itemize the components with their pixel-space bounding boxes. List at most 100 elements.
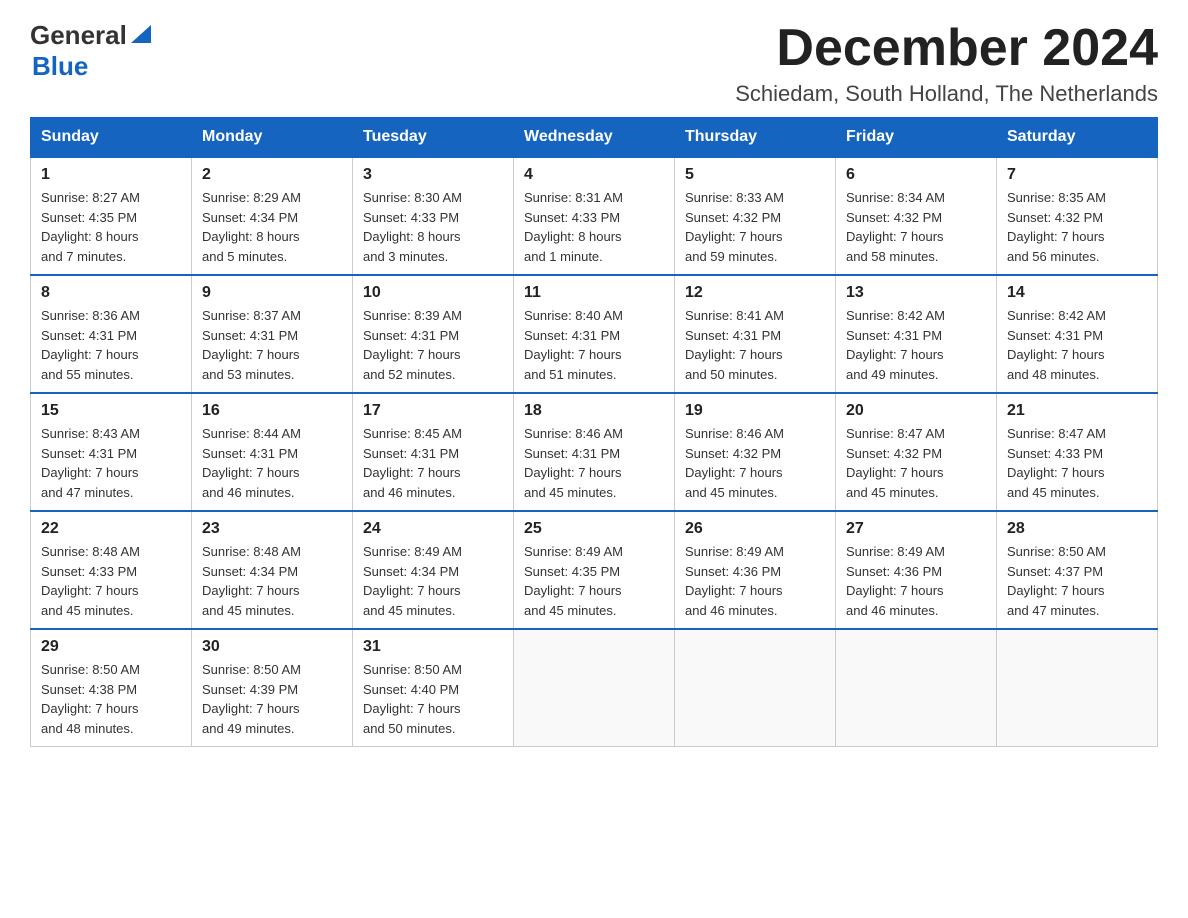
day-info: Sunrise: 8:43 AMSunset: 4:31 PMDaylight:… [41,424,181,502]
day-number: 26 [685,520,825,538]
day-number: 27 [846,520,986,538]
calendar-header-row: Sunday Monday Tuesday Wednesday Thursday… [31,118,1158,158]
day-info: Sunrise: 8:33 AMSunset: 4:32 PMDaylight:… [685,188,825,266]
day-info: Sunrise: 8:39 AMSunset: 4:31 PMDaylight:… [363,306,503,384]
week-row-1: 1 Sunrise: 8:27 AMSunset: 4:35 PMDayligh… [31,157,1158,275]
day-info: Sunrise: 8:46 AMSunset: 4:32 PMDaylight:… [685,424,825,502]
table-row: 26 Sunrise: 8:49 AMSunset: 4:36 PMDaylig… [675,511,836,629]
table-row [675,629,836,747]
title-area: December 2024 Schiedam, South Holland, T… [735,20,1158,107]
table-row: 2 Sunrise: 8:29 AMSunset: 4:34 PMDayligh… [192,157,353,275]
table-row: 23 Sunrise: 8:48 AMSunset: 4:34 PMDaylig… [192,511,353,629]
col-wednesday: Wednesday [514,118,675,158]
logo-triangle-icon [131,21,151,43]
day-number: 12 [685,284,825,302]
day-info: Sunrise: 8:48 AMSunset: 4:33 PMDaylight:… [41,542,181,620]
day-number: 24 [363,520,503,538]
col-saturday: Saturday [997,118,1158,158]
day-number: 28 [1007,520,1147,538]
day-number: 18 [524,402,664,420]
table-row: 17 Sunrise: 8:45 AMSunset: 4:31 PMDaylig… [353,393,514,511]
day-info: Sunrise: 8:35 AMSunset: 4:32 PMDaylight:… [1007,188,1147,266]
day-number: 21 [1007,402,1147,420]
table-row: 11 Sunrise: 8:40 AMSunset: 4:31 PMDaylig… [514,275,675,393]
table-row: 10 Sunrise: 8:39 AMSunset: 4:31 PMDaylig… [353,275,514,393]
week-row-4: 22 Sunrise: 8:48 AMSunset: 4:33 PMDaylig… [31,511,1158,629]
day-number: 19 [685,402,825,420]
col-sunday: Sunday [31,118,192,158]
day-number: 22 [41,520,181,538]
day-info: Sunrise: 8:45 AMSunset: 4:31 PMDaylight:… [363,424,503,502]
table-row: 14 Sunrise: 8:42 AMSunset: 4:31 PMDaylig… [997,275,1158,393]
day-number: 5 [685,166,825,184]
day-info: Sunrise: 8:30 AMSunset: 4:33 PMDaylight:… [363,188,503,266]
table-row: 25 Sunrise: 8:49 AMSunset: 4:35 PMDaylig… [514,511,675,629]
col-thursday: Thursday [675,118,836,158]
table-row: 16 Sunrise: 8:44 AMSunset: 4:31 PMDaylig… [192,393,353,511]
col-tuesday: Tuesday [353,118,514,158]
table-row [997,629,1158,747]
table-row: 7 Sunrise: 8:35 AMSunset: 4:32 PMDayligh… [997,157,1158,275]
day-info: Sunrise: 8:49 AMSunset: 4:36 PMDaylight:… [685,542,825,620]
logo: General Blue [30,20,151,82]
table-row: 6 Sunrise: 8:34 AMSunset: 4:32 PMDayligh… [836,157,997,275]
day-number: 1 [41,166,181,184]
day-number: 15 [41,402,181,420]
day-number: 29 [41,638,181,656]
table-row: 5 Sunrise: 8:33 AMSunset: 4:32 PMDayligh… [675,157,836,275]
table-row: 20 Sunrise: 8:47 AMSunset: 4:32 PMDaylig… [836,393,997,511]
day-number: 8 [41,284,181,302]
table-row: 3 Sunrise: 8:30 AMSunset: 4:33 PMDayligh… [353,157,514,275]
page-header: General Blue December 2024 Schiedam, Sou… [30,20,1158,107]
day-info: Sunrise: 8:50 AMSunset: 4:37 PMDaylight:… [1007,542,1147,620]
day-info: Sunrise: 8:31 AMSunset: 4:33 PMDaylight:… [524,188,664,266]
table-row: 31 Sunrise: 8:50 AMSunset: 4:40 PMDaylig… [353,629,514,747]
day-number: 30 [202,638,342,656]
col-friday: Friday [836,118,997,158]
table-row [836,629,997,747]
day-info: Sunrise: 8:29 AMSunset: 4:34 PMDaylight:… [202,188,342,266]
table-row: 8 Sunrise: 8:36 AMSunset: 4:31 PMDayligh… [31,275,192,393]
day-info: Sunrise: 8:34 AMSunset: 4:32 PMDaylight:… [846,188,986,266]
day-number: 7 [1007,166,1147,184]
day-info: Sunrise: 8:42 AMSunset: 4:31 PMDaylight:… [1007,306,1147,384]
day-number: 11 [524,284,664,302]
table-row: 27 Sunrise: 8:49 AMSunset: 4:36 PMDaylig… [836,511,997,629]
week-row-5: 29 Sunrise: 8:50 AMSunset: 4:38 PMDaylig… [31,629,1158,747]
day-info: Sunrise: 8:50 AMSunset: 4:38 PMDaylight:… [41,660,181,738]
week-row-2: 8 Sunrise: 8:36 AMSunset: 4:31 PMDayligh… [31,275,1158,393]
day-info: Sunrise: 8:36 AMSunset: 4:31 PMDaylight:… [41,306,181,384]
day-number: 17 [363,402,503,420]
day-info: Sunrise: 8:40 AMSunset: 4:31 PMDaylight:… [524,306,664,384]
logo-general-text: General [30,20,127,51]
table-row: 1 Sunrise: 8:27 AMSunset: 4:35 PMDayligh… [31,157,192,275]
table-row: 13 Sunrise: 8:42 AMSunset: 4:31 PMDaylig… [836,275,997,393]
day-info: Sunrise: 8:47 AMSunset: 4:33 PMDaylight:… [1007,424,1147,502]
day-number: 2 [202,166,342,184]
day-info: Sunrise: 8:50 AMSunset: 4:40 PMDaylight:… [363,660,503,738]
day-info: Sunrise: 8:46 AMSunset: 4:31 PMDaylight:… [524,424,664,502]
day-number: 4 [524,166,664,184]
day-info: Sunrise: 8:41 AMSunset: 4:31 PMDaylight:… [685,306,825,384]
day-info: Sunrise: 8:49 AMSunset: 4:34 PMDaylight:… [363,542,503,620]
location-subtitle: Schiedam, South Holland, The Netherlands [735,81,1158,107]
day-number: 25 [524,520,664,538]
table-row: 21 Sunrise: 8:47 AMSunset: 4:33 PMDaylig… [997,393,1158,511]
month-title: December 2024 [735,20,1158,77]
logo-blue-text: Blue [32,51,88,81]
day-number: 23 [202,520,342,538]
day-number: 6 [846,166,986,184]
table-row: 19 Sunrise: 8:46 AMSunset: 4:32 PMDaylig… [675,393,836,511]
day-info: Sunrise: 8:42 AMSunset: 4:31 PMDaylight:… [846,306,986,384]
day-number: 14 [1007,284,1147,302]
day-number: 10 [363,284,503,302]
col-monday: Monday [192,118,353,158]
day-number: 31 [363,638,503,656]
day-info: Sunrise: 8:49 AMSunset: 4:36 PMDaylight:… [846,542,986,620]
table-row: 12 Sunrise: 8:41 AMSunset: 4:31 PMDaylig… [675,275,836,393]
day-info: Sunrise: 8:27 AMSunset: 4:35 PMDaylight:… [41,188,181,266]
calendar-table: Sunday Monday Tuesday Wednesday Thursday… [30,117,1158,747]
day-number: 16 [202,402,342,420]
table-row: 29 Sunrise: 8:50 AMSunset: 4:38 PMDaylig… [31,629,192,747]
week-row-3: 15 Sunrise: 8:43 AMSunset: 4:31 PMDaylig… [31,393,1158,511]
